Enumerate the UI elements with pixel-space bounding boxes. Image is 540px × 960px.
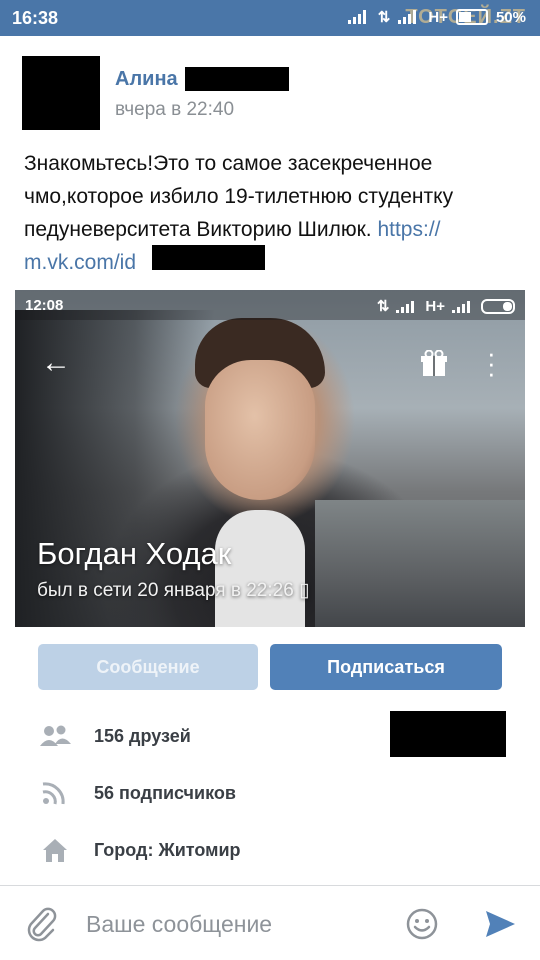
data-transfer-icon: ⇅ [377,9,391,26]
data-transfer-icon: ⇅ [376,298,390,315]
battery-icon [455,9,488,25]
signal-icon-2 [452,299,474,313]
message-button[interactable]: Сообщение [38,644,258,690]
redaction-bar [390,711,506,757]
home-icon [43,839,67,862]
emoji-icon[interactable] [405,907,439,941]
message-input[interactable]: Ваше сообщение [86,911,272,938]
followers-row[interactable]: 56 подписчиков [38,779,236,807]
signal-icon-2 [398,10,420,24]
paperclip-icon[interactable] [26,906,58,942]
followers-count: 56 подписчиков [94,782,236,803]
message-composer: Ваше сообщение [0,886,540,960]
person-face [205,360,315,500]
toggle-battery-icon [481,298,515,314]
signal-icon [347,10,370,24]
status-time: 16:38 [12,8,59,28]
friends-count: 156 друзей [94,725,191,746]
rss-icon [42,782,65,805]
post-text: Знакомьтесь!Это то самое засекреченное ч… [24,147,524,279]
friends-row[interactable]: 156 друзей [38,722,191,750]
redaction-bar [185,67,289,91]
status-bar: 16:38 ТОТСЕЙ.ZT ⇅ H+ 50% [0,0,540,36]
signal-icon [396,299,418,313]
send-icon[interactable] [483,907,517,941]
embedded-status-icons: ⇅ H+ [377,297,515,315]
network-type: H+ [428,8,448,26]
back-arrow-icon[interactable]: ← [41,346,71,380]
redaction-bar [152,245,265,270]
last-seen: был в сети 20 января в 22:26 ▯ [37,580,310,601]
profile-name: Богдан Ходак [37,536,232,571]
city-skyline [315,500,525,627]
post-time: вчера в 22:40 [115,99,235,120]
friends-icon [40,725,71,746]
subscribe-button[interactable]: Подписаться [270,644,502,690]
status-icons: ⇅ H+ 50% [347,8,526,26]
city-row[interactable]: Город: Житомир [38,836,241,864]
battery-level: 50% [495,8,526,26]
embedded-status-time: 12:08 [25,297,64,314]
city-label: Город: Житомир [94,839,241,860]
embedded-network: H+ [425,297,445,315]
author-avatar-redacted[interactable] [22,56,100,130]
gift-icon[interactable] [421,350,447,378]
embedded-profile-screenshot[interactable]: 12:08 ⇅ H+ ← · · · Богдан Ходак был в сети… [15,290,525,627]
author-name[interactable]: Алина [115,68,178,91]
more-vertical-icon[interactable]: · · · [487,340,496,386]
embedded-status-bar: 12:08 ⇅ H+ [15,290,525,320]
